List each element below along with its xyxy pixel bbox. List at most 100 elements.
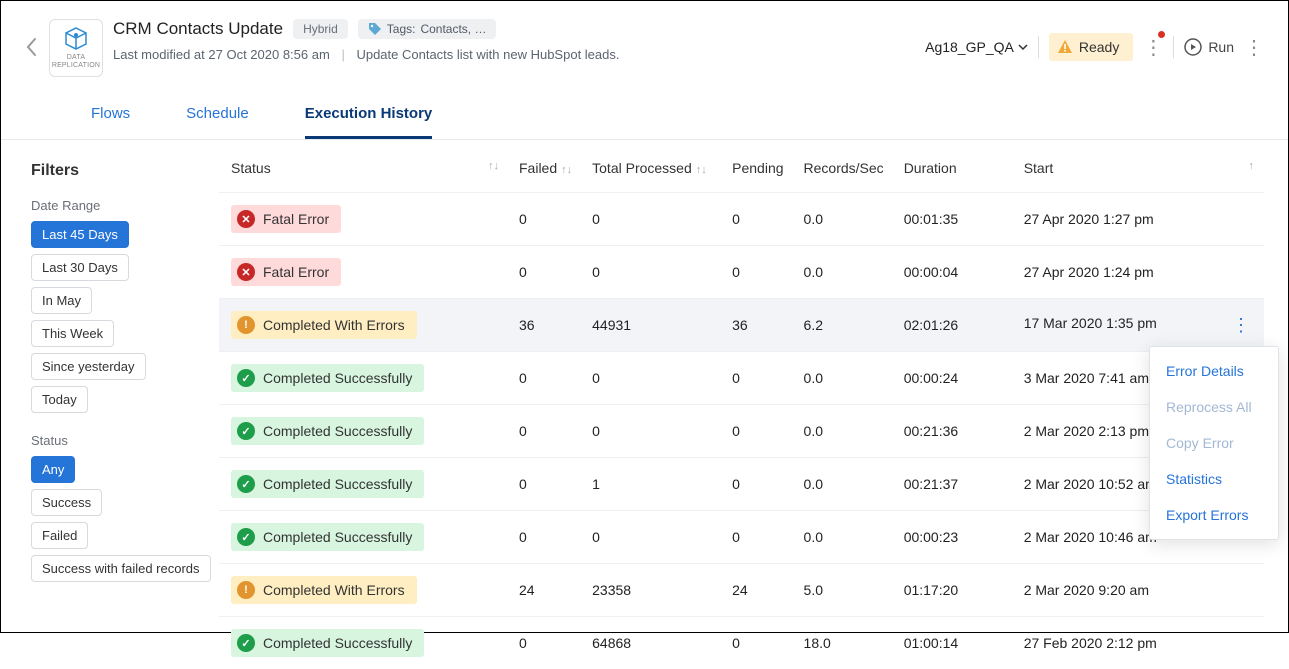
filter-date-this-week[interactable]: This Week <box>31 320 114 347</box>
cell-failed: 0 <box>509 352 582 405</box>
table-row[interactable]: ✓Completed Successfully0000.000:21:362 M… <box>219 405 1264 458</box>
page-title: CRM Contacts Update <box>113 19 283 39</box>
more-menu-button[interactable]: ⋮ <box>1244 35 1264 60</box>
col-start[interactable]: Start↑ <box>1014 160 1264 193</box>
col-records-sec[interactable]: Records/Sec <box>794 160 894 193</box>
filter-status-failed[interactable]: Failed <box>31 522 88 549</box>
back-button[interactable] <box>25 37 37 63</box>
cell-total: 0 <box>582 352 722 405</box>
filter-group-date-range: Last 45 Days Last 30 Days In May This Week S… <box>31 221 217 419</box>
status-text: Completed With Errors <box>263 317 405 333</box>
status-icon: ! <box>237 581 255 599</box>
cell-rps: 0.0 <box>794 511 894 564</box>
filter-status-success-with-failed-records[interactable]: Success with failed records <box>31 555 211 582</box>
cell-start: 27 Apr 2020 1:27 pm <box>1014 193 1264 246</box>
filter-date-in-may[interactable]: In May <box>31 287 92 314</box>
filter-status-success[interactable]: Success <box>31 489 102 516</box>
col-pending[interactable]: Pending <box>722 160 793 193</box>
cell-pending: 0 <box>722 352 793 405</box>
cell-pending: 0 <box>722 246 793 299</box>
row-menu-button[interactable]: ⋮ <box>1232 315 1254 336</box>
cell-start: 27 Feb 2020 2:12 pm <box>1014 617 1264 669</box>
cell-failed: 0 <box>509 511 582 564</box>
status-icon: ✓ <box>237 475 255 493</box>
tab-execution-history[interactable]: Execution History <box>305 105 433 139</box>
filter-date-today[interactable]: Today <box>31 386 88 413</box>
cell-pending: 0 <box>722 193 793 246</box>
cell-pending: 0 <box>722 617 793 669</box>
filter-group-status: Any Success Failed Success with failed reco… <box>31 456 217 588</box>
play-circle-icon <box>1184 38 1202 56</box>
status-badge: !Completed With Errors <box>231 311 417 339</box>
table-row[interactable]: !Completed With Errors2423358245.001:17:… <box>219 564 1264 617</box>
last-modified: Last modified at 27 Oct 2020 8:56 am <box>113 47 330 62</box>
table-row[interactable]: !Completed With Errors3644931366.202:01:… <box>219 299 1264 352</box>
cell-total: 23358 <box>582 564 722 617</box>
cell-pending: 0 <box>722 511 793 564</box>
cell-failed: 0 <box>509 246 582 299</box>
table-row[interactable]: ✕Fatal Error0000.000:00:0427 Apr 2020 1:… <box>219 246 1264 299</box>
status-badge: ✓Completed Successfully <box>231 523 424 551</box>
cell-failed: 0 <box>509 617 582 669</box>
menu-item-export-errors[interactable]: Export Errors <box>1150 497 1278 533</box>
table-row[interactable]: ✓Completed Successfully0000.000:00:243 M… <box>219 352 1264 405</box>
cell-duration: 02:01:26 <box>894 299 1014 352</box>
app-icon: DATA REPLICATION <box>49 19 103 77</box>
tab-flows[interactable]: Flows <box>91 105 130 139</box>
status-text: Fatal Error <box>263 211 329 227</box>
cell-start: 17 Mar 2020 1:35 pm⋮ <box>1014 299 1264 352</box>
cell-failed: 36 <box>509 299 582 352</box>
cell-total: 0 <box>582 246 722 299</box>
status-text: Fatal Error <box>263 264 329 280</box>
status-icon: ✓ <box>237 422 255 440</box>
cell-failed: 0 <box>509 193 582 246</box>
status-text: Completed Successfully <box>263 423 412 439</box>
status-badge: ✓ Completed Successfully <box>231 417 424 445</box>
ready-menu-button[interactable]: ⋮ <box>1143 35 1163 60</box>
table-row[interactable]: ✓Completed Successfully0100.000:21:372 M… <box>219 458 1264 511</box>
run-button[interactable]: Run <box>1184 38 1234 56</box>
menu-item-error-details[interactable]: Error Details <box>1150 353 1278 389</box>
cell-total: 0 <box>582 193 722 246</box>
cell-total: 1 <box>582 458 722 511</box>
cell-rps: 0.0 <box>794 193 894 246</box>
status-text: Completed Successfully <box>263 635 412 651</box>
cell-duration: 01:00:14 <box>894 617 1014 669</box>
col-total-processed[interactable]: Total Processed↑↓ <box>582 160 722 193</box>
status-badge: ✕Fatal Error <box>231 258 341 286</box>
status-icon: ✕ <box>237 210 255 228</box>
filters-title: Filters <box>31 162 217 180</box>
chevron-down-icon <box>1018 44 1028 50</box>
filter-date-since-yesterday[interactable]: Since yesterday <box>31 353 146 380</box>
table-row[interactable]: ✕Fatal Error0000.000:01:3527 Apr 2020 1:… <box>219 193 1264 246</box>
agent-dropdown[interactable]: Ag18_GP_QA <box>925 39 1028 55</box>
tags-chip[interactable]: Tags: Contacts, … <box>358 19 497 39</box>
filters-panel: Filters Date Range Last 45 DaysLast 30 D… <box>1 140 217 669</box>
col-failed[interactable]: Failed↑↓ <box>509 160 582 193</box>
tab-schedule[interactable]: Schedule <box>186 105 249 139</box>
cell-total: 0 <box>582 405 722 458</box>
filter-status-any[interactable]: Any <box>31 456 75 483</box>
cell-rps: 0.0 <box>794 246 894 299</box>
cell-duration: 01:17:20 <box>894 564 1014 617</box>
cell-failed: 24 <box>509 564 582 617</box>
table-row[interactable]: ✓Completed Successfully064868018.001:00:… <box>219 617 1264 669</box>
tags-value: Contacts, … <box>420 22 486 36</box>
data-replication-icon <box>62 25 90 53</box>
col-status[interactable]: Status↑↓ <box>219 160 509 193</box>
cell-rps: 0.0 <box>794 458 894 511</box>
status-icon: ✓ <box>237 634 255 652</box>
subtitle: Last modified at 27 Oct 2020 8:56 am | U… <box>113 47 619 62</box>
cell-failed: 0 <box>509 405 582 458</box>
cell-total: 0 <box>582 511 722 564</box>
col-duration[interactable]: Duration <box>894 160 1014 193</box>
filter-date-last-45-days[interactable]: Last 45 Days <box>31 221 129 248</box>
cell-pending: 0 <box>722 458 793 511</box>
cell-rps: 0.0 <box>794 405 894 458</box>
menu-item-statistics[interactable]: Statistics <box>1150 461 1278 497</box>
app-icon-label: DATA REPLICATION <box>50 54 102 69</box>
filter-date-last-30-days[interactable]: Last 30 Days <box>31 254 129 281</box>
notification-dot-icon <box>1158 31 1165 38</box>
table-row[interactable]: ✓Completed Successfully0000.000:00:232 M… <box>219 511 1264 564</box>
status-badge: ✓Completed Successfully <box>231 364 424 392</box>
